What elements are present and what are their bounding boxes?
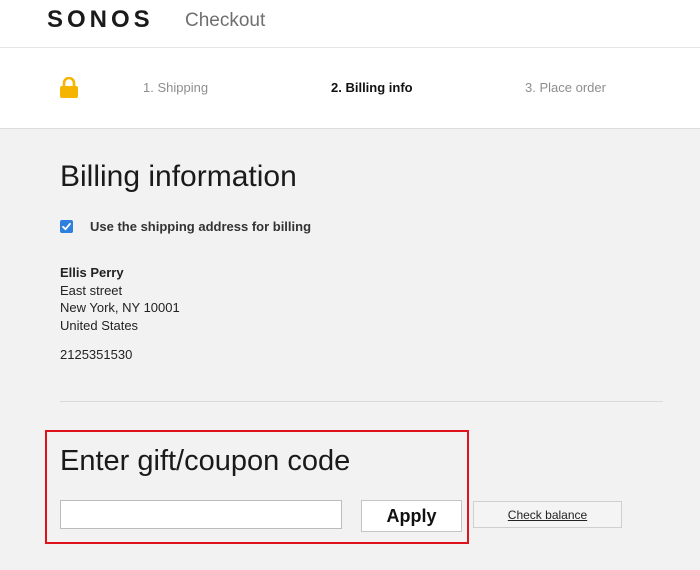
step-place-order: 3. Place order bbox=[525, 80, 606, 95]
step-billing-info: 2. Billing info bbox=[331, 80, 413, 95]
top-header: SONOS Checkout bbox=[0, 0, 700, 48]
coupon-heading: Enter gift/coupon code bbox=[60, 445, 351, 477]
use-shipping-label[interactable]: Use the shipping address for billing bbox=[90, 219, 311, 234]
step-shipping[interactable]: 1. Shipping bbox=[143, 80, 208, 95]
address-name: Ellis Perry bbox=[60, 265, 124, 280]
use-shipping-checkbox[interactable] bbox=[60, 220, 73, 233]
sonos-logo[interactable]: SONOS bbox=[47, 6, 154, 34]
address-street: East street bbox=[60, 282, 123, 298]
address-country: United States bbox=[60, 317, 139, 333]
billing-address: Ellis Perry East street New York, NY 100… bbox=[60, 264, 180, 334]
checkout-steps: 1. Shipping 2. Billing info 3. Place ord… bbox=[0, 48, 700, 129]
section-divider bbox=[60, 401, 663, 402]
check-balance-button[interactable]: Check balance bbox=[473, 501, 622, 528]
coupon-code-input[interactable] bbox=[60, 500, 342, 529]
address-city: New York, NY 10001 bbox=[60, 300, 180, 315]
checkmark-icon bbox=[62, 222, 71, 231]
address-phone: 2125351530 bbox=[60, 347, 133, 362]
billing-heading: Billing information bbox=[60, 160, 297, 193]
page-title: Checkout bbox=[185, 10, 266, 31]
lock-icon bbox=[59, 76, 79, 99]
apply-button[interactable]: Apply bbox=[361, 500, 462, 532]
